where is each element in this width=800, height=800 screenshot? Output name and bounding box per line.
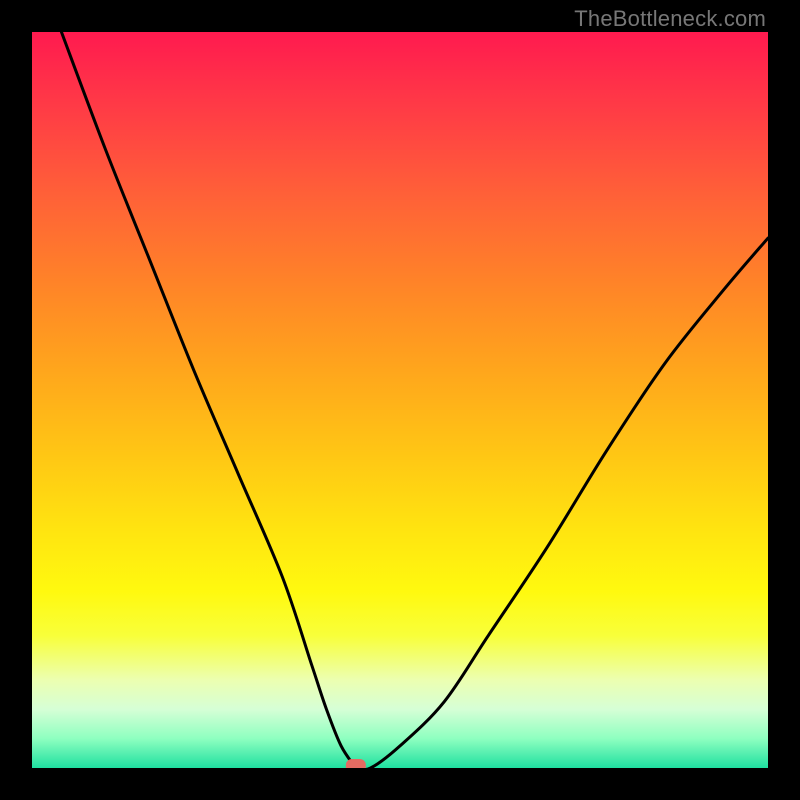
curve-layer (32, 32, 768, 768)
watermark-text: TheBottleneck.com (574, 6, 766, 32)
min-marker (346, 759, 366, 768)
plot-area (32, 32, 768, 768)
bottleneck-curve (61, 32, 768, 768)
chart-frame: TheBottleneck.com (0, 0, 800, 800)
